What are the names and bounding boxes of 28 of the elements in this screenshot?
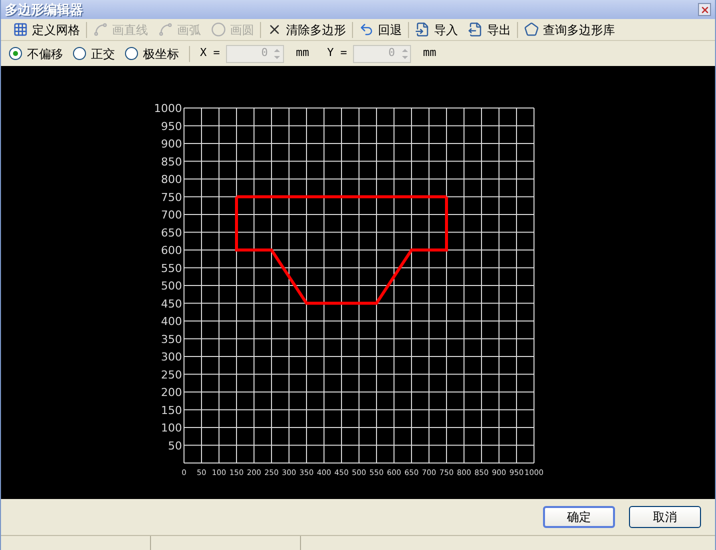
y-tick-label: 900 <box>161 138 182 150</box>
y-tick-label: 350 <box>161 332 182 346</box>
y-tick-label: 500 <box>161 280 182 292</box>
y-tick-label: 100 <box>161 422 182 434</box>
y-tick-label: 250 <box>161 368 182 382</box>
y-tick-label: 750 <box>161 190 182 204</box>
y-tick-label: 1000 <box>154 102 182 115</box>
unit-label: mm <box>423 45 436 62</box>
y-tick-label: 400 <box>161 315 182 328</box>
unit-label: mm <box>296 45 310 62</box>
window-title: 多边形编辑器 <box>5 0 83 19</box>
radio-label: 正交 <box>91 46 115 62</box>
y-tick-label: 200 <box>161 386 182 399</box>
y-tick-label: 700 <box>161 208 182 222</box>
coordinate-label: Y = <box>327 45 347 62</box>
y-tick-label: 300 <box>161 350 182 364</box>
coordinate-label: X = <box>200 45 220 62</box>
radio-label: 极坐标 <box>143 46 179 62</box>
y-tick-label: 800 <box>161 173 182 186</box>
y-tick-label: 450 <box>161 297 182 310</box>
radio-label: 不偏移 <box>27 46 63 62</box>
y-tick-label: 600 <box>161 244 182 257</box>
y-tick-label: 150 <box>161 404 182 417</box>
y-tick-label: 50 <box>168 439 182 452</box>
y-tick-label: 950 <box>161 120 182 133</box>
y-tick-label: 650 <box>161 226 182 240</box>
y-tick-label: 550 <box>161 262 182 275</box>
y-tick-label: 850 <box>161 155 182 168</box>
